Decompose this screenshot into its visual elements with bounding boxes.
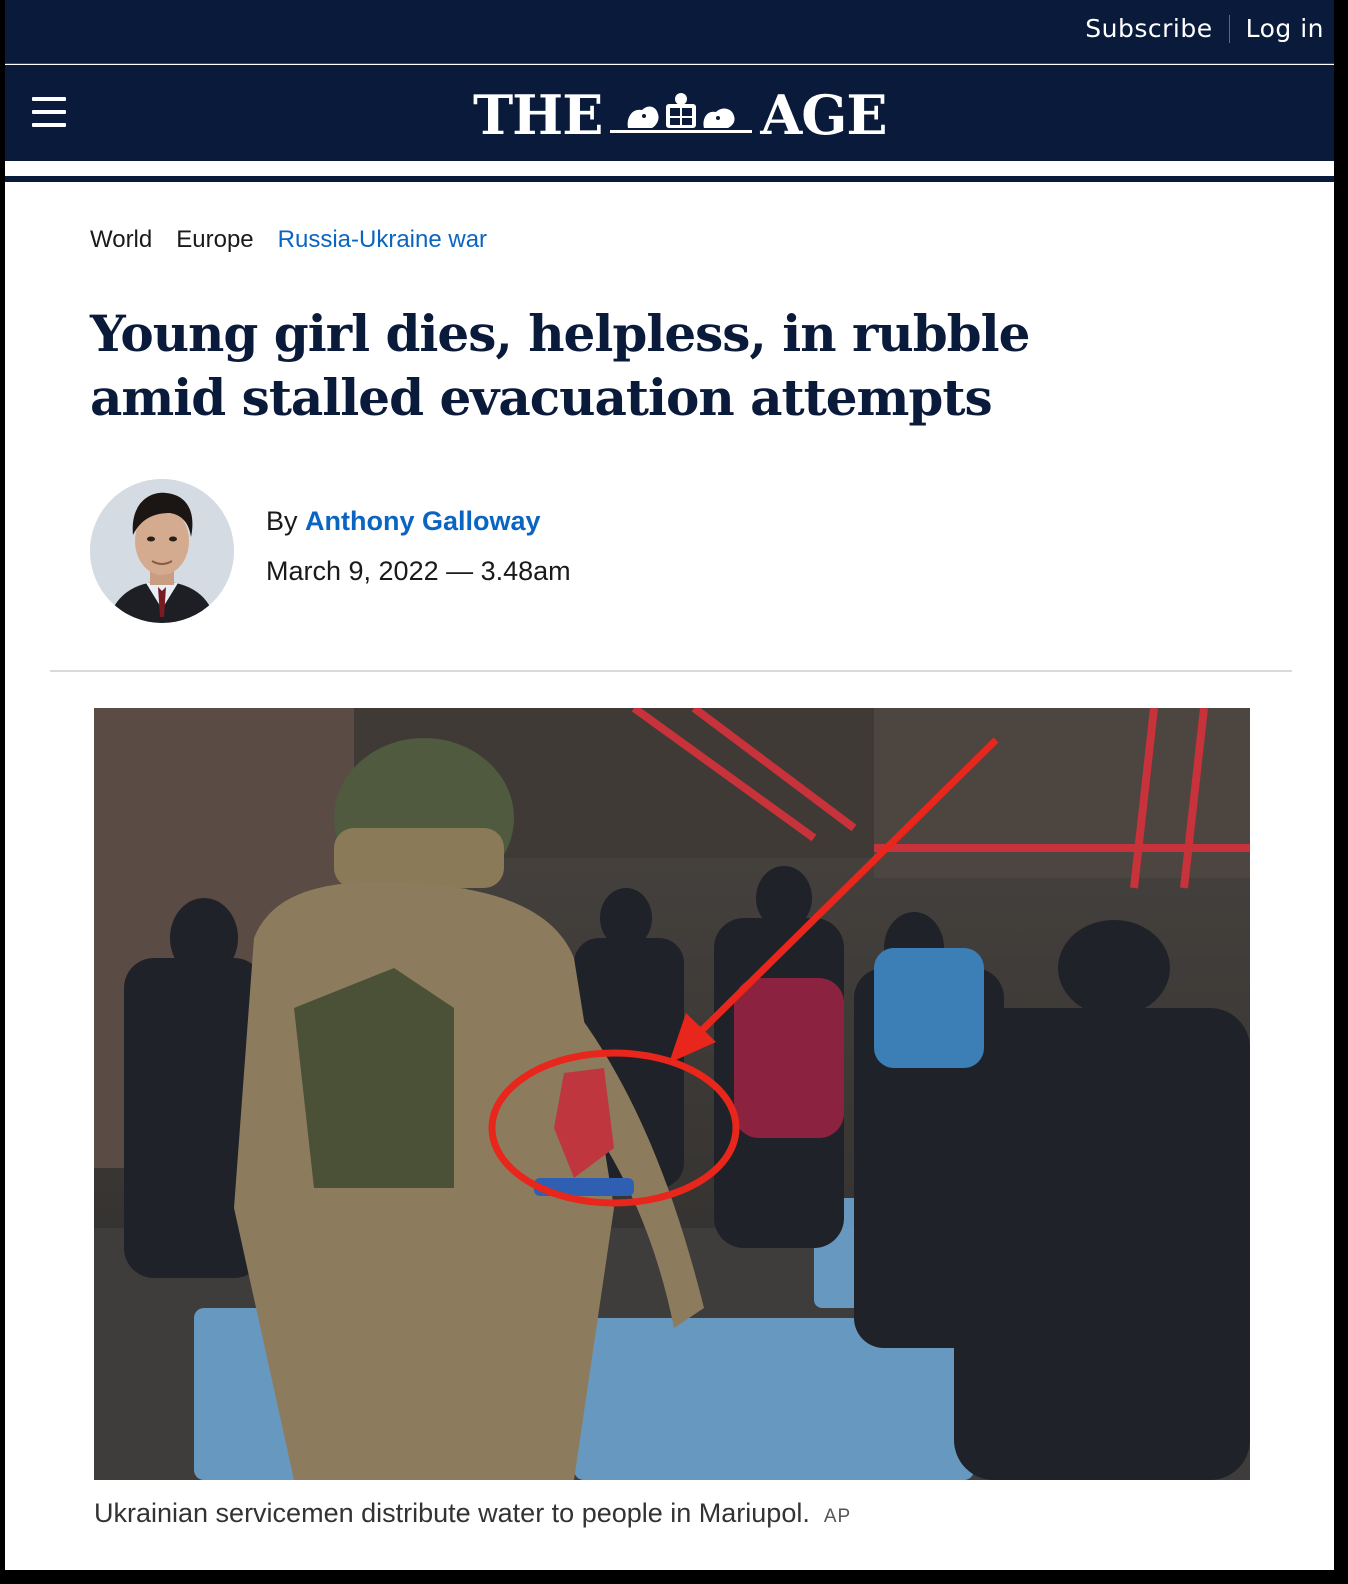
hero-photo[interactable] xyxy=(94,708,1250,1480)
page: Subscribe Log in THE AGE World Europe Ru… xyxy=(5,0,1334,1570)
article-headline: Young girl dies, helpless, in rubble ami… xyxy=(90,304,1030,427)
byline-prefix: By xyxy=(266,506,298,536)
author-portrait-icon xyxy=(90,479,234,623)
publish-date: March 9, 2022 — 3.48am xyxy=(266,556,571,586)
author-link[interactable]: Anthony Galloway xyxy=(305,506,541,536)
breadcrumb-europe[interactable]: Europe xyxy=(176,226,253,254)
site-logo[interactable]: THE AGE xyxy=(473,83,888,147)
logo-age: AGE xyxy=(760,83,887,147)
photo-caption: Ukrainian servicemen distribute water to… xyxy=(94,1498,851,1529)
account-links: Subscribe Log in xyxy=(1085,14,1324,43)
photo-scene xyxy=(94,708,1250,1480)
breadcrumb-world[interactable]: World xyxy=(90,226,152,254)
breadcrumb: World Europe Russia-Ukraine war xyxy=(90,226,511,254)
login-link[interactable]: Log in xyxy=(1246,14,1324,43)
masthead: THE AGE xyxy=(5,65,1334,161)
subscribe-link[interactable]: Subscribe xyxy=(1085,14,1212,43)
divider xyxy=(1228,14,1230,43)
header-rule xyxy=(5,176,1334,182)
caption-text: Ukrainian servicemen distribute water to… xyxy=(94,1498,810,1528)
photo-credit: AP xyxy=(823,1506,852,1527)
utility-bar: Subscribe Log in xyxy=(5,0,1334,64)
breadcrumb-russia-ukraine-war[interactable]: Russia-Ukraine war xyxy=(278,226,487,254)
byline: By Anthony Galloway xyxy=(266,506,541,537)
crest-icon xyxy=(610,93,753,133)
author-avatar[interactable] xyxy=(90,479,234,623)
logo-the: THE xyxy=(473,83,603,147)
section-divider xyxy=(50,670,1292,672)
menu-icon[interactable] xyxy=(32,97,66,131)
